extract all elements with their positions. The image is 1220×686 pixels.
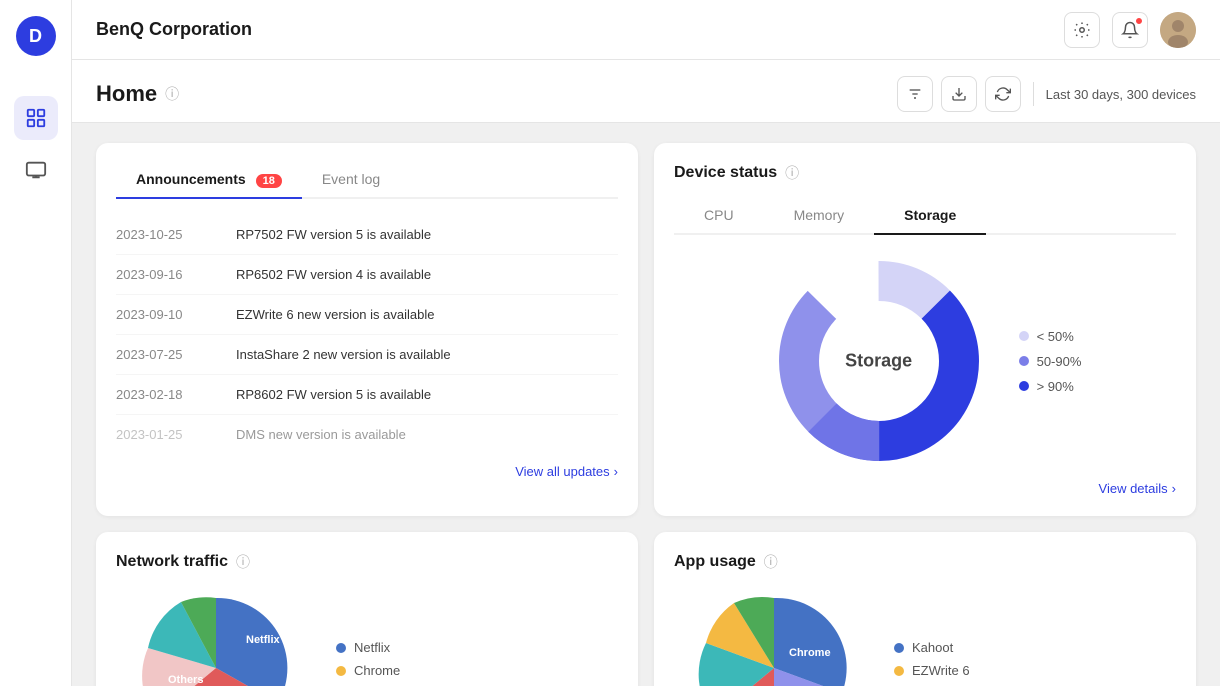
- app-logo[interactable]: D: [16, 16, 56, 56]
- network-traffic-pie: Others Netflix: [116, 588, 316, 686]
- announcements-badge: 18: [256, 174, 282, 188]
- sidebar-nav: [14, 96, 58, 192]
- app-usage-legend: Kahoot EZWrite 6 Chrome: [894, 640, 970, 686]
- company-title: BenQ Corporation: [96, 19, 1064, 40]
- list-item: 2023-09-10 EZWrite 6 new version is avai…: [116, 295, 618, 335]
- list-item: 2023-01-25 DMS new version is available: [116, 415, 618, 454]
- tab-announcements[interactable]: Announcements 18: [116, 163, 302, 197]
- sidebar-item-grid[interactable]: [14, 96, 58, 140]
- sidebar: D: [0, 0, 72, 686]
- device-status-title: Device status: [674, 164, 777, 182]
- network-traffic-title: Network traffic: [116, 553, 228, 571]
- tab-event-log[interactable]: Event log: [302, 163, 400, 197]
- top-header: BenQ Corporation: [72, 0, 1220, 60]
- app-usage-chart-area: Chrome Kahoot EZWrite 6 Chrome: [674, 588, 1176, 686]
- refresh-button[interactable]: [985, 76, 1021, 112]
- date-filter-label: Last 30 days, 300 devices: [1046, 87, 1196, 102]
- header-divider: [1033, 82, 1034, 106]
- app-usage-pie: Chrome: [674, 588, 874, 686]
- legend-dot-chrome: [336, 666, 346, 676]
- view-details-button[interactable]: View details ›: [674, 471, 1176, 496]
- device-status-title-row: Device status ⓘ: [674, 163, 1176, 183]
- announcement-list: 2023-10-25 RP7502 FW version 5 is availa…: [116, 215, 618, 454]
- list-item: 2023-07-25 InstaShare 2 new version is a…: [116, 335, 618, 375]
- content-grid: Announcements 18 Event log 2023-10-25 RP…: [72, 123, 1220, 686]
- page-title: Home: [96, 81, 157, 107]
- view-all-button[interactable]: View all updates ›: [116, 454, 618, 479]
- app-usage-title: App usage: [674, 553, 756, 571]
- page-header: Home ⓘ Last 30 days, 300 devices: [72, 60, 1220, 123]
- svg-text:Netflix: Netflix: [246, 634, 281, 646]
- announcements-tabs: Announcements 18 Event log: [116, 163, 618, 199]
- app-usage-card: App usage ⓘ: [654, 532, 1196, 686]
- network-traffic-chart-area: Others Netflix Netflix Chrome: [116, 588, 618, 686]
- legend-item-50-90: 50-90%: [1019, 354, 1082, 369]
- filter-button[interactable]: [897, 76, 933, 112]
- legend-chrome: Chrome: [336, 663, 405, 678]
- legend-dot-50-90: [1019, 356, 1029, 366]
- legend-dot-netflix: [336, 643, 346, 653]
- settings-button[interactable]: [1064, 12, 1100, 48]
- svg-text:Chrome: Chrome: [789, 647, 831, 659]
- list-item: 2023-10-25 RP7502 FW version 5 is availa…: [116, 215, 618, 255]
- tab-memory[interactable]: Memory: [764, 199, 875, 233]
- app-usage-title-row: App usage ⓘ: [674, 552, 1176, 572]
- storage-donut-chart: Storage: [769, 251, 989, 471]
- list-item: 2023-02-18 RP8602 FW version 5 is availa…: [116, 375, 618, 415]
- legend-kahoot: Kahoot: [894, 640, 970, 655]
- header-icons: [1064, 12, 1196, 48]
- storage-legend: < 50% 50-90% > 90%: [1019, 329, 1082, 394]
- legend-item-gt90: > 90%: [1019, 379, 1082, 394]
- legend-dot-ezwrite: [894, 666, 904, 676]
- legend-dot-kahoot: [894, 643, 904, 653]
- device-status-info-icon[interactable]: ⓘ: [785, 163, 799, 183]
- main-area: BenQ Corporation: [72, 0, 1220, 686]
- page-title-row: Home ⓘ: [96, 81, 179, 107]
- legend-item-lt50: < 50%: [1019, 329, 1082, 344]
- sidebar-item-monitor[interactable]: [14, 148, 58, 192]
- tab-storage[interactable]: Storage: [874, 199, 986, 233]
- page-actions: Last 30 days, 300 devices: [897, 76, 1196, 112]
- download-button[interactable]: [941, 76, 977, 112]
- device-status-card: Device status ⓘ CPU Memory Storage: [654, 143, 1196, 516]
- list-item: 2023-09-16 RP6502 FW version 4 is availa…: [116, 255, 618, 295]
- avatar[interactable]: [1160, 12, 1196, 48]
- legend-netflix: Netflix: [336, 640, 405, 655]
- network-traffic-card: Network traffic ⓘ: [96, 532, 638, 686]
- legend-dot-lt50: [1019, 331, 1029, 341]
- notification-button[interactable]: [1112, 12, 1148, 48]
- network-traffic-title-row: Network traffic ⓘ: [116, 552, 618, 572]
- app-usage-info-icon[interactable]: ⓘ: [764, 552, 778, 572]
- chevron-right-icon: ›: [614, 464, 618, 479]
- network-traffic-legend: Netflix Chrome YouTube: [336, 640, 405, 686]
- legend-dot-gt90: [1019, 381, 1029, 391]
- legend-ezwrite: EZWrite 6: [894, 663, 970, 678]
- svg-text:Others: Others: [168, 674, 203, 686]
- storage-content: Storage < 50% 50-90% > 90%: [674, 251, 1176, 471]
- chevron-right-icon: ›: [1172, 481, 1176, 496]
- donut-center-label: Storage: [845, 351, 912, 372]
- device-status-tabs: CPU Memory Storage: [674, 199, 1176, 235]
- tab-cpu[interactable]: CPU: [674, 199, 764, 233]
- announcements-card: Announcements 18 Event log 2023-10-25 RP…: [96, 143, 638, 516]
- network-traffic-info-icon[interactable]: ⓘ: [236, 552, 250, 572]
- page-info-icon[interactable]: ⓘ: [165, 84, 179, 104]
